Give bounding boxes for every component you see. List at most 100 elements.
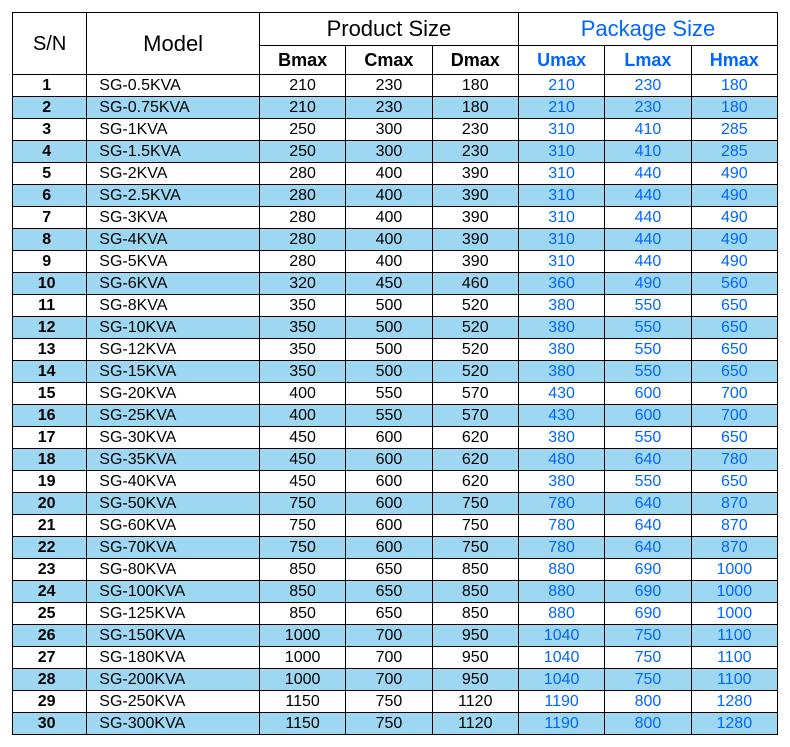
- cell-dmax: 390: [432, 251, 518, 273]
- cell-dmax: 520: [432, 295, 518, 317]
- cell-cmax: 400: [346, 185, 432, 207]
- col-header-dmax: Dmax: [432, 46, 518, 75]
- table-row: 12SG-10KVA350500520380550650: [13, 317, 778, 339]
- cell-umax: 380: [518, 339, 604, 361]
- cell-lmax: 690: [605, 581, 691, 603]
- cell-bmax: 850: [259, 559, 345, 581]
- cell-model: SG-0.5KVA: [87, 75, 260, 97]
- cell-model: SG-10KVA: [87, 317, 260, 339]
- col-header-bmax: Bmax: [259, 46, 345, 75]
- cell-umax: 780: [518, 493, 604, 515]
- cell-model: SG-0.75KVA: [87, 97, 260, 119]
- cell-cmax: 600: [346, 537, 432, 559]
- cell-hmax: 1100: [691, 625, 777, 647]
- cell-model: SG-80KVA: [87, 559, 260, 581]
- cell-dmax: 180: [432, 75, 518, 97]
- cell-model: SG-8KVA: [87, 295, 260, 317]
- cell-sn: 19: [13, 471, 87, 493]
- cell-lmax: 640: [605, 449, 691, 471]
- cell-model: SG-40KVA: [87, 471, 260, 493]
- cell-bmax: 850: [259, 603, 345, 625]
- cell-sn: 2: [13, 97, 87, 119]
- cell-dmax: 750: [432, 493, 518, 515]
- spec-table: S/N Model Product Size Package Size Bmax…: [12, 12, 778, 735]
- cell-lmax: 230: [605, 75, 691, 97]
- cell-dmax: 1120: [432, 691, 518, 713]
- cell-model: SG-70KVA: [87, 537, 260, 559]
- cell-bmax: 450: [259, 471, 345, 493]
- cell-hmax: 180: [691, 75, 777, 97]
- cell-cmax: 750: [346, 691, 432, 713]
- cell-model: SG-180KVA: [87, 647, 260, 669]
- cell-umax: 310: [518, 163, 604, 185]
- cell-sn: 8: [13, 229, 87, 251]
- cell-dmax: 520: [432, 361, 518, 383]
- cell-cmax: 500: [346, 295, 432, 317]
- cell-model: SG-35KVA: [87, 449, 260, 471]
- cell-model: SG-12KVA: [87, 339, 260, 361]
- cell-lmax: 440: [605, 251, 691, 273]
- cell-hmax: 1100: [691, 669, 777, 691]
- cell-bmax: 750: [259, 493, 345, 515]
- cell-lmax: 440: [605, 229, 691, 251]
- cell-lmax: 800: [605, 691, 691, 713]
- cell-model: SG-1KVA: [87, 119, 260, 141]
- cell-cmax: 600: [346, 471, 432, 493]
- table-row: 24SG-100KVA8506508508806901000: [13, 581, 778, 603]
- cell-sn: 18: [13, 449, 87, 471]
- cell-lmax: 440: [605, 207, 691, 229]
- cell-umax: 310: [518, 251, 604, 273]
- cell-sn: 9: [13, 251, 87, 273]
- col-header-hmax: Hmax: [691, 46, 777, 75]
- cell-lmax: 750: [605, 647, 691, 669]
- cell-sn: 27: [13, 647, 87, 669]
- cell-lmax: 550: [605, 361, 691, 383]
- cell-bmax: 350: [259, 317, 345, 339]
- cell-model: SG-60KVA: [87, 515, 260, 537]
- cell-bmax: 280: [259, 207, 345, 229]
- cell-hmax: 285: [691, 141, 777, 163]
- cell-dmax: 1120: [432, 713, 518, 735]
- cell-dmax: 570: [432, 405, 518, 427]
- cell-bmax: 320: [259, 273, 345, 295]
- table-row: 21SG-60KVA750600750780640870: [13, 515, 778, 537]
- cell-bmax: 280: [259, 229, 345, 251]
- table-row: 15SG-20KVA400550570430600700: [13, 383, 778, 405]
- cell-bmax: 280: [259, 185, 345, 207]
- cell-dmax: 850: [432, 581, 518, 603]
- cell-lmax: 490: [605, 273, 691, 295]
- cell-lmax: 550: [605, 317, 691, 339]
- cell-lmax: 800: [605, 713, 691, 735]
- cell-lmax: 640: [605, 537, 691, 559]
- cell-hmax: 490: [691, 185, 777, 207]
- cell-dmax: 390: [432, 185, 518, 207]
- cell-hmax: 1100: [691, 647, 777, 669]
- cell-hmax: 490: [691, 207, 777, 229]
- cell-sn: 3: [13, 119, 87, 141]
- cell-sn: 22: [13, 537, 87, 559]
- cell-model: SG-150KVA: [87, 625, 260, 647]
- table-row: 7SG-3KVA280400390310440490: [13, 207, 778, 229]
- cell-hmax: 1280: [691, 691, 777, 713]
- cell-hmax: 650: [691, 339, 777, 361]
- cell-lmax: 690: [605, 603, 691, 625]
- cell-model: SG-100KVA: [87, 581, 260, 603]
- cell-model: SG-15KVA: [87, 361, 260, 383]
- cell-model: SG-2KVA: [87, 163, 260, 185]
- table-row: 3SG-1KVA250300230310410285: [13, 119, 778, 141]
- cell-lmax: 230: [605, 97, 691, 119]
- cell-model: SG-4KVA: [87, 229, 260, 251]
- cell-cmax: 600: [346, 427, 432, 449]
- table-row: 27SG-180KVA100070095010407501100: [13, 647, 778, 669]
- cell-umax: 210: [518, 75, 604, 97]
- cell-sn: 17: [13, 427, 87, 449]
- table-row: 5SG-2KVA280400390310440490: [13, 163, 778, 185]
- cell-cmax: 300: [346, 141, 432, 163]
- cell-lmax: 550: [605, 471, 691, 493]
- cell-umax: 880: [518, 559, 604, 581]
- cell-dmax: 620: [432, 471, 518, 493]
- cell-dmax: 950: [432, 669, 518, 691]
- cell-cmax: 500: [346, 339, 432, 361]
- cell-dmax: 390: [432, 163, 518, 185]
- cell-sn: 11: [13, 295, 87, 317]
